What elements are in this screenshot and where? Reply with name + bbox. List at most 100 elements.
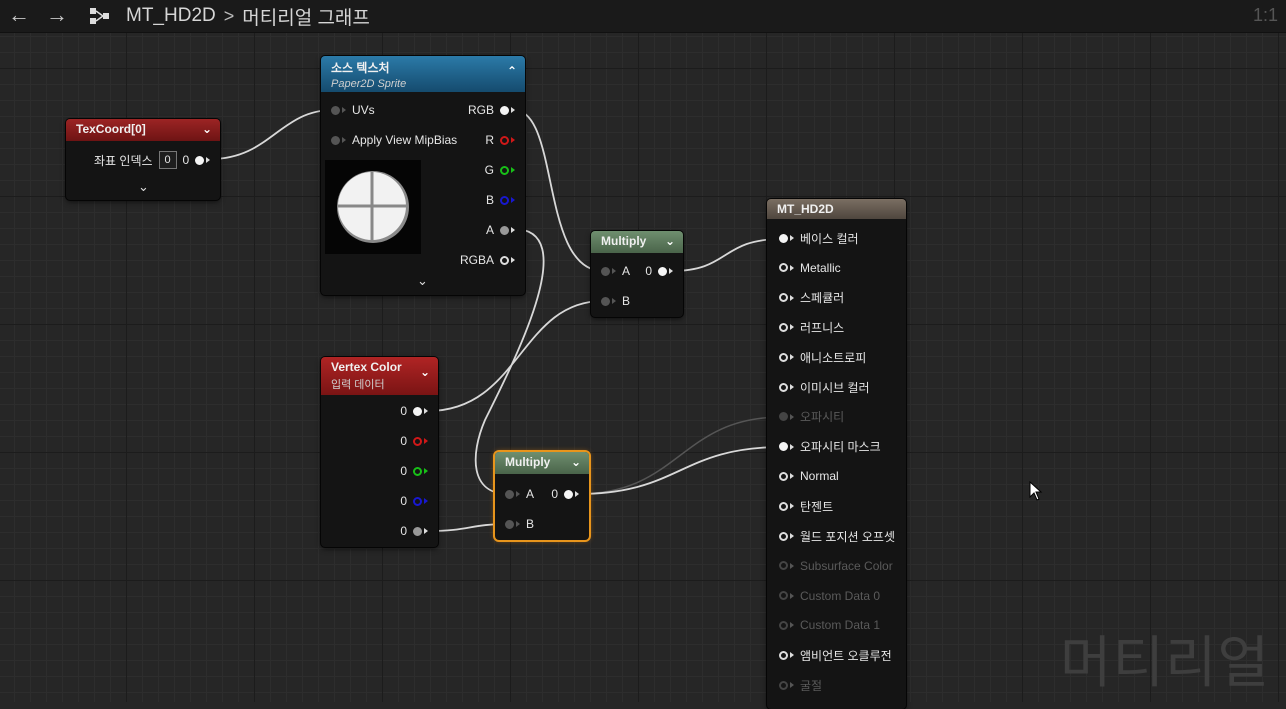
source-texture-title: 소스 텍스처 [331, 61, 390, 75]
input-pin-dot[interactable] [779, 471, 788, 481]
pin-arrow-icon [790, 652, 794, 659]
material-input-pin[interactable]: 러프니스 [779, 320, 845, 335]
material-input-label: 오파시티 마스크 [800, 440, 881, 455]
material-input-pin[interactable]: 탄젠트 [779, 499, 833, 514]
vertex-color-node[interactable]: Vertex Color 입력 데이터 ⌄ 0 0 0 0 0 [321, 357, 438, 547]
texcoord-output-label: 0 [182, 153, 190, 167]
watermark-text: 머티리얼 [1060, 631, 1271, 696]
material-input-label: 스페큘러 [800, 291, 845, 306]
material-input-pin[interactable]: 스페큘러 [779, 291, 844, 305]
multiply2-input-a[interactable]: A [505, 487, 534, 501]
material-input-pin[interactable]: 굴절 [779, 678, 822, 693]
multiply2-title: Multiply [505, 455, 551, 469]
multiply1-input-b[interactable]: B [601, 294, 630, 308]
expand-chevron-icon[interactable]: ⌄ [138, 179, 149, 195]
multiply-node-2[interactable]: Multiply ⌄ A B 0 [495, 452, 589, 540]
mouse-cursor-icon [1029, 481, 1043, 501]
input-pin-dot[interactable] [779, 322, 788, 332]
input-pin-dot[interactable] [779, 442, 788, 452]
material-input-pin[interactable]: 오파시티 마스크 [779, 440, 881, 454]
chevron-down-icon[interactable]: ⌄ [571, 455, 581, 469]
source-texture-header[interactable]: 소스 텍스처 Paper2D Sprite ⌃ [321, 56, 525, 92]
input-pin-dot[interactable] [779, 561, 788, 571]
wire-rgb-multiply-a [513, 109, 604, 272]
vertex-color-header[interactable]: Vertex Color 입력 데이터 ⌄ [321, 357, 438, 395]
input-pin-dot[interactable] [779, 501, 788, 511]
pin-arrow-icon [790, 413, 794, 420]
source-texture-node[interactable]: 소스 텍스처 Paper2D Sprite ⌃ UVs Apply View M… [321, 56, 525, 295]
input-pin-dot[interactable] [779, 293, 788, 303]
material-input-pin[interactable]: Metallic [779, 261, 841, 275]
rgba-output-pin[interactable]: RGBA [460, 253, 515, 267]
material-input-label: Metallic [800, 260, 841, 275]
rgb-label: RGB [467, 103, 494, 117]
input-pin-dot[interactable] [779, 412, 788, 422]
wire-texcoord-uvs [210, 109, 334, 160]
a-output-pin[interactable]: A [486, 223, 515, 237]
vertex-b-label: 0 [400, 494, 407, 508]
vertex-r-label: 0 [400, 434, 407, 448]
material-input-pin[interactable]: 월드 포지션 오프셋 [779, 529, 895, 544]
vertex-rgb-label: 0 [400, 404, 407, 418]
uvs-label: UVs [352, 103, 375, 117]
input-pin-dot[interactable] [779, 620, 788, 630]
texcoord-node-header[interactable]: TexCoord[0] ⌄ [66, 119, 220, 141]
material-input-pin[interactable]: Custom Data 0 [779, 589, 880, 603]
multiply2-input-b[interactable]: B [505, 517, 534, 531]
texture-preview [325, 160, 421, 254]
input-pin-dot[interactable] [779, 233, 788, 243]
input-pin-dot[interactable] [779, 263, 788, 273]
material-input-pin[interactable]: 애니소트로피 [779, 350, 866, 365]
material-result-node[interactable]: MT_HD2D 베이스 컬러 Metallic 스페큘러러프니스애니소트로피이미시브… [767, 199, 906, 709]
input-pin-dot[interactable] [779, 650, 788, 660]
vertex-a-output[interactable]: 0 [400, 524, 428, 538]
wire-multiply-basecolor [671, 238, 783, 272]
multiply1-input-a[interactable]: A [601, 264, 630, 278]
multiply-node-1[interactable]: Multiply ⌄ A B 0 [591, 231, 683, 317]
multiply1-header[interactable]: Multiply ⌄ [591, 231, 683, 253]
chevron-down-icon[interactable]: ⌄ [420, 365, 430, 379]
material-input-pin[interactable]: Subsurface Color [779, 559, 893, 573]
input-pin-dot[interactable] [779, 591, 788, 601]
b-output-pin[interactable]: B [486, 193, 515, 207]
material-input-pin[interactable]: 베이스 컬러 [779, 231, 859, 246]
vertex-g-output[interactable]: 0 [400, 464, 428, 478]
chevron-down-icon[interactable]: ⌄ [665, 234, 675, 248]
expand-chevron-icon[interactable]: ⌄ [417, 273, 428, 289]
vertex-b-output[interactable]: 0 [400, 494, 428, 508]
material-input-pin[interactable]: Custom Data 1 [779, 618, 880, 632]
r-output-pin[interactable]: R [485, 133, 515, 147]
mipbias-label: Apply View MipBias [352, 133, 458, 147]
material-input-pin[interactable]: 앰비언트 오클루전 [779, 648, 892, 663]
uvs-input-pin[interactable]: UVs [331, 103, 375, 117]
multiply1-b-label: B [622, 294, 631, 308]
material-input-pin[interactable]: 오파시티 [779, 410, 844, 424]
texture-preview-image [337, 171, 409, 243]
texcoord-node[interactable]: TexCoord[0] ⌄ 좌표 인덱스 0 0 ⌄ [66, 119, 220, 200]
input-pin-dot[interactable] [779, 382, 788, 392]
mipbias-input-pin[interactable]: Apply View MipBias [331, 133, 457, 147]
vertex-r-output[interactable]: 0 [400, 434, 428, 448]
r-label: R [485, 133, 494, 147]
input-pin-dot[interactable] [779, 680, 788, 690]
material-header[interactable]: MT_HD2D [767, 199, 906, 219]
material-input-label: 러프니스 [800, 320, 845, 335]
chevron-up-icon[interactable]: ⌃ [507, 64, 517, 78]
input-pin-dot[interactable] [779, 352, 788, 362]
coordinate-index-input[interactable]: 0 [158, 151, 177, 169]
multiply2-output[interactable]: 0 [551, 487, 579, 501]
input-pin-dot[interactable] [779, 531, 788, 541]
rgb-output-pin[interactable]: RGB [468, 103, 515, 117]
material-input-pin[interactable]: Normal [779, 469, 839, 483]
vertex-rgb-output[interactable]: 0 [400, 404, 428, 418]
material-input-pin[interactable]: 이미시브 컬러 [779, 380, 870, 395]
multiply1-output[interactable]: 0 [645, 264, 673, 278]
texcoord-output-pin[interactable] [195, 155, 205, 165]
pin-arrow-icon [790, 503, 794, 510]
connection-wires [210, 109, 862, 532]
multiply2-header[interactable]: Multiply ⌄ [495, 452, 589, 474]
material-input-label: Custom Data 1 [800, 618, 881, 633]
g-output-pin[interactable]: G [485, 163, 515, 177]
multiply1-a-label: A [622, 264, 631, 278]
chevron-down-icon[interactable]: ⌄ [202, 122, 212, 136]
